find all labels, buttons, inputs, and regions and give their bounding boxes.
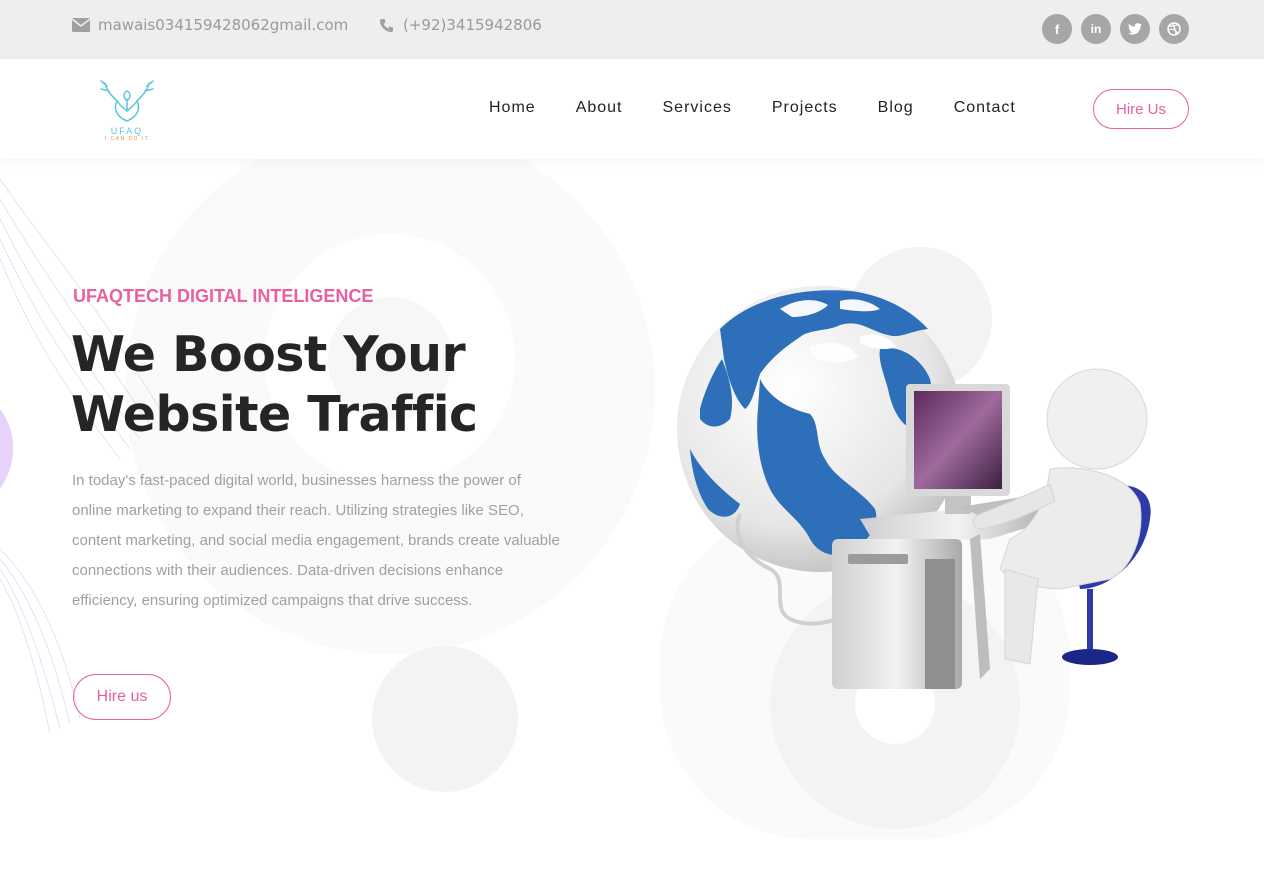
top-bar: mawais034159428062gmail.com (+92)3415942… — [0, 0, 1264, 59]
deer-logo-icon — [100, 80, 154, 122]
hero-headline: We Boost Your Website Traffic — [71, 325, 591, 445]
envelope-icon — [72, 16, 90, 34]
hero-eyebrow: UFAQTECH DIGITAL INTELIGENCE — [73, 286, 374, 306]
nav-contact[interactable]: Contact — [954, 99, 1016, 117]
site-logo[interactable]: UFAQ I CAN DO IT — [95, 77, 159, 143]
nav-about[interactable]: About — [576, 99, 623, 117]
main-navbar: UFAQ I CAN DO IT Home About Services Pro… — [0, 59, 1264, 159]
nav-home[interactable]: Home — [489, 99, 536, 117]
facebook-icon[interactable]: f — [1042, 14, 1072, 44]
dribbble-icon[interactable] — [1159, 14, 1189, 44]
phone-text: (+92)3415942806 — [403, 16, 542, 34]
nav-projects[interactable]: Projects — [772, 99, 838, 117]
email-contact[interactable]: mawais034159428062gmail.com — [72, 16, 348, 34]
hire-us-cta-button[interactable]: Hire us — [73, 674, 171, 720]
social-links: f in — [1042, 14, 1189, 44]
hero-section: UFAQTECH DIGITAL INTELIGENCE We Boost Yo… — [0, 159, 1264, 889]
hero-description: In today's fast-paced digital world, bus… — [72, 472, 560, 609]
nav-services[interactable]: Services — [663, 99, 732, 117]
headline-line-1: We Boost Your — [71, 326, 466, 383]
globe-computer-illustration — [677, 286, 1151, 689]
email-text: mawais034159428062gmail.com — [98, 16, 349, 34]
hire-us-nav-button[interactable]: Hire Us — [1093, 89, 1189, 129]
main-nav: Home About Services Projects Blog Contac… — [489, 99, 1056, 117]
phone-contact[interactable]: (+92)3415942806 — [377, 16, 542, 34]
logo-tagline: I CAN DO IT — [104, 136, 150, 142]
headline-line-2: Website Traffic — [71, 386, 478, 443]
phone-icon — [377, 16, 395, 34]
twitter-icon[interactable] — [1120, 14, 1150, 44]
linkedin-icon[interactable]: in — [1081, 14, 1111, 44]
logo-name: UFAQ — [110, 126, 144, 136]
nav-blog[interactable]: Blog — [878, 99, 914, 117]
